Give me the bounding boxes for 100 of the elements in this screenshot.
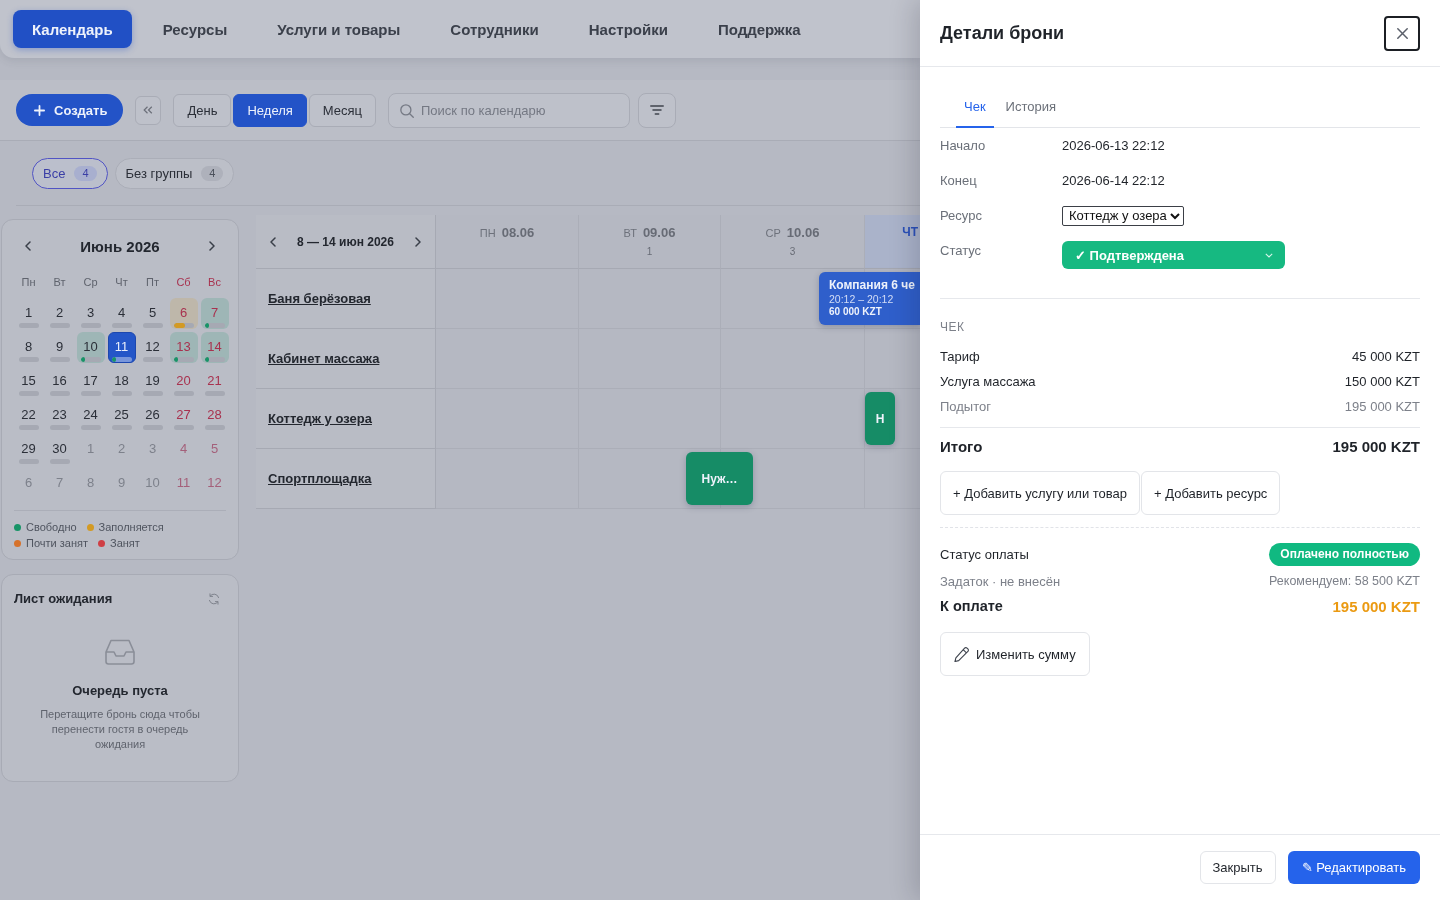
booking-card[interactable]: Н [865,392,895,445]
calendar-day[interactable]: 22 [14,400,43,431]
add-button[interactable]: + Добавить услугу или товар [940,471,1141,515]
chevron-right-icon [415,236,421,247]
due-label: К оплате [940,598,1003,614]
weekday-label: ЧТ [902,225,918,239]
calendar-day[interactable]: 4 [107,298,136,329]
calendar-day[interactable]: 25 [107,400,136,431]
double-chevron-left-icon [143,106,154,114]
calendar-day[interactable]: 11 [107,332,136,363]
calendar-day[interactable]: 28 [200,400,229,431]
drawer-tab[interactable]: История [997,86,1064,128]
resource-link[interactable]: Кабинет массажа [268,351,380,366]
calendar-day[interactable]: 19 [138,366,167,397]
calendar-day[interactable]: 16 [45,366,74,397]
nav-tab[interactable]: Сотрудники [431,10,558,48]
booking-count: 3 [789,246,796,257]
deposit-text: Задаток · не внесён [940,573,1061,589]
calendar-day[interactable]: 6 [169,298,198,329]
calendar-day[interactable]: 2 [45,298,74,329]
group-chip[interactable]: Все 4 [32,157,108,189]
pencil-icon [954,646,969,662]
resource-link[interactable]: Спортплощадка [268,471,372,486]
month-title: Июнь 2026 [80,237,160,255]
resource-link[interactable]: Баня берёзовая [268,291,371,306]
field-value: 2026-06-14 22:12 [1062,173,1165,188]
close-button[interactable] [1384,15,1420,51]
legend-label: Занят [110,536,140,551]
calendar-day[interactable]: 3 [76,298,105,329]
calendar-day[interactable]: 18 [107,366,136,397]
booking-card[interactable]: Компания 6 че 20:12 – 20:12 60 000 KZT [819,272,920,325]
calendar-day[interactable]: 1 [14,298,43,329]
create-button[interactable]: Создать [16,94,124,126]
calendar-day[interactable]: 30 [45,434,74,465]
calendar-day[interactable]: 5 [138,298,167,329]
drawer-tab[interactable]: Чек [956,86,994,128]
resource-select[interactable]: Коттедж у озера [1062,205,1184,226]
next-month-button[interactable] [206,238,218,254]
filter-button[interactable] [638,92,676,128]
weekday-label: Вт [52,275,67,290]
calendar-day[interactable]: 17 [76,366,105,397]
empty-title: Очередь пуста [72,683,168,699]
calendar-day[interactable]: 15 [14,366,43,397]
calendar-day[interactable]: 9 [45,332,74,363]
calendar-day[interactable]: 21 [200,366,229,397]
field-label: Конец [940,173,978,188]
calendar-day[interactable]: 23 [45,400,74,431]
nav-tab[interactable]: Настройки [569,10,687,48]
prev-month-button[interactable] [22,238,34,254]
legend-label: Почти занят [26,536,88,551]
calendar-day[interactable]: 10 [76,332,105,363]
field-value: 2026-06-13 22:12 [1062,138,1165,153]
add-button[interactable]: + Добавить ресурс [1141,471,1281,515]
weekday-label: СР [765,227,781,239]
weekday-label: ВТ [623,227,637,239]
group-chip[interactable]: Без группы 4 [114,157,235,189]
field-label: Ресурс [940,208,983,223]
total-label: Итого [940,437,983,455]
change-amount-button[interactable]: Изменить сумму [940,632,1090,676]
nav-tab[interactable]: Календарь [13,10,132,48]
booking-title: Компания 6 че [829,278,916,293]
count-badge: 4 [201,165,224,181]
chevron-down-icon [1265,252,1273,258]
calendar-day[interactable]: 8 [14,332,43,363]
date-label: 10.06 [786,225,820,240]
weekday-label: Вс [207,275,222,290]
view-tab[interactable]: День [173,93,232,127]
date-label: 09.06 [642,225,676,240]
drawer-title: Детали брони [940,22,1065,44]
line-label: Услуга массажа [940,374,1036,389]
close-icon [1396,27,1408,39]
edit-button[interactable]: ✎ Редактировать [1287,851,1420,884]
due-amount: 195 000 KZT [1332,597,1420,615]
count-badge: 4 [74,165,97,181]
nav-tab[interactable]: Ресурсы [143,10,247,48]
calendar-day[interactable]: 12 [138,332,167,363]
search-field[interactable]: Поиск по календарю [388,92,630,128]
calendar-day[interactable]: 20 [169,366,198,397]
payment-status-label: Статус оплаты [940,546,1029,562]
plus-icon [34,104,45,116]
close-footer-button[interactable]: Закрыть [1199,851,1276,884]
nav-tab[interactable]: Услуги и товары [258,10,420,48]
weekday-label: Пн [20,275,37,290]
nav-tab[interactable]: Поддержка [698,10,820,48]
chevron-right-icon [209,241,215,251]
calendar-day[interactable]: 26 [138,400,167,431]
inbox-icon [105,639,135,665]
booking-count: 1 [646,246,653,257]
recommended-amount: Рекомендуем: 58 500 KZT [1269,574,1420,588]
payment-status-badge: Оплачено полностью [1269,542,1420,566]
view-tab[interactable]: Неделя [233,93,307,127]
calendar-day[interactable]: 13 [169,332,198,363]
total-amount: 195 000 KZT [1332,437,1420,455]
resource-link[interactable]: Коттедж у озера [268,411,372,426]
booking-card[interactable]: Нуж… [686,452,753,505]
view-tab[interactable]: Месяц [308,93,376,127]
calendar-day[interactable]: 29 [14,434,43,465]
calendar-day[interactable]: 24 [76,400,105,431]
weekday-label: ПН [479,227,496,239]
calendar-day[interactable]: 27 [169,400,198,431]
